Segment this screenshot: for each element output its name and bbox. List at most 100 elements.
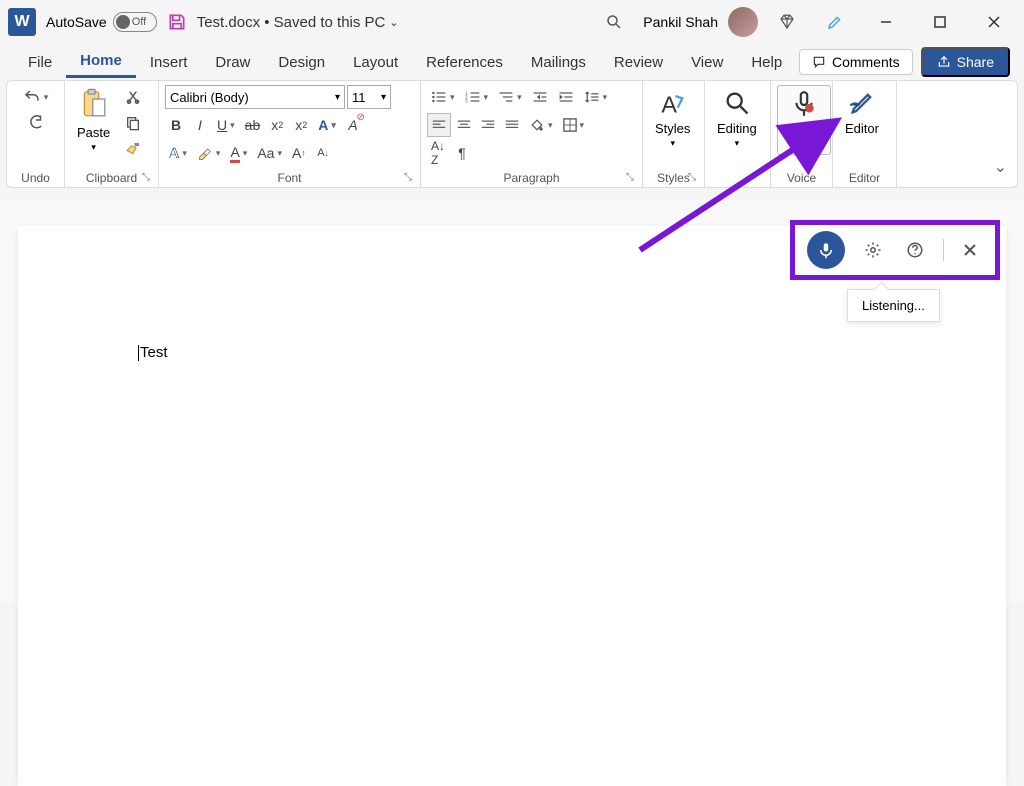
autosave-label: AutoSave xyxy=(46,14,107,30)
dictation-mic-button[interactable] xyxy=(807,231,845,269)
clear-formatting-button[interactable]: A⊘ xyxy=(342,113,364,137)
tab-review[interactable]: Review xyxy=(600,48,677,77)
align-center-button[interactable] xyxy=(453,113,475,137)
format-painter-button[interactable] xyxy=(120,137,146,161)
paste-button[interactable]: Paste ▾ xyxy=(71,85,116,155)
comment-icon xyxy=(812,55,826,69)
svg-text:A: A xyxy=(661,91,677,117)
styles-button[interactable]: A Styles▾ xyxy=(649,85,696,151)
group-label-paragraph: Paragraph⤡ xyxy=(427,169,636,185)
group-styles: A Styles▾ Styles⤡ xyxy=(643,81,705,187)
user-avatar[interactable] xyxy=(728,7,758,37)
borders-button[interactable] xyxy=(559,113,589,137)
tab-view[interactable]: View xyxy=(677,48,737,77)
group-font: Calibri (Body)▾ 11▾ B I U ab x2 x2 A A⊘ … xyxy=(159,81,421,187)
tab-home[interactable]: Home xyxy=(66,46,136,78)
tab-draw[interactable]: Draw xyxy=(201,48,264,77)
separator xyxy=(943,239,944,261)
bold-button[interactable]: B xyxy=(165,113,187,137)
underline-button[interactable]: U xyxy=(213,113,239,137)
undo-button[interactable] xyxy=(19,85,53,109)
title-bar: W AutoSave Off Test.docx • Saved to this… xyxy=(0,0,1024,44)
share-button[interactable]: Share xyxy=(921,47,1010,77)
show-marks-button[interactable]: ¶ xyxy=(451,141,473,165)
pen-icon[interactable] xyxy=(816,7,854,37)
decrease-indent-button[interactable] xyxy=(528,85,552,109)
bullets-button[interactable] xyxy=(427,85,459,109)
comments-button[interactable]: Comments xyxy=(799,49,913,75)
cut-button[interactable] xyxy=(121,85,145,109)
share-icon xyxy=(937,55,951,69)
group-label-clipboard: Clipboard⤡ xyxy=(71,169,152,185)
editing-button[interactable]: Editing▾ xyxy=(711,85,763,151)
group-clipboard: Paste ▾ Clipboard⤡ xyxy=(65,81,159,187)
ribbon: Undo Paste ▾ Clipboard⤡ Calibri (Body)▾ … xyxy=(6,80,1018,188)
font-size-select[interactable]: 11▾ xyxy=(347,85,391,109)
save-icon[interactable] xyxy=(167,12,187,32)
autosave-toggle[interactable]: AutoSave Off xyxy=(46,12,157,32)
align-right-button[interactable] xyxy=(477,113,499,137)
dictate-button[interactable]: Dictate▾ xyxy=(777,85,831,155)
editor-button[interactable]: Editor xyxy=(839,85,885,138)
ribbon-collapse-icon[interactable]: ⌄ xyxy=(994,157,1007,177)
menu-bar: File Home Insert Draw Design Layout Refe… xyxy=(0,44,1024,80)
group-label-styles: Styles⤡ xyxy=(649,169,698,185)
group-label-undo: Undo xyxy=(13,169,58,185)
paragraph-launcher-icon[interactable]: ⤡ xyxy=(626,172,634,183)
change-case-button[interactable]: Aa xyxy=(253,141,286,165)
group-paragraph: 123 A↓Z ¶ Paragraph⤡ xyxy=(421,81,643,187)
tab-file[interactable]: File xyxy=(14,48,66,77)
numbering-button[interactable]: 123 xyxy=(461,85,493,109)
grow-font-button[interactable]: A↑ xyxy=(288,141,310,165)
increase-indent-button[interactable] xyxy=(554,85,578,109)
maximize-button[interactable] xyxy=(918,7,962,37)
close-button[interactable] xyxy=(972,7,1016,37)
text-effects-button[interactable]: A xyxy=(314,113,340,137)
document-text: Test xyxy=(138,344,168,362)
word-app-icon: W xyxy=(8,8,36,36)
highlight-button[interactable] xyxy=(193,141,225,165)
document-title[interactable]: Test.docx • Saved to this PC ⌄ xyxy=(197,14,399,31)
dictation-toolbar xyxy=(790,220,1000,280)
dictation-close-icon[interactable] xyxy=(957,239,983,261)
tab-mailings[interactable]: Mailings xyxy=(517,48,600,77)
tab-references[interactable]: References xyxy=(412,48,517,77)
superscript-button[interactable]: x2 xyxy=(290,113,312,137)
chevron-down-icon: ⌄ xyxy=(389,16,398,29)
user-name[interactable]: Pankil Shah xyxy=(643,14,718,30)
multilevel-list-button[interactable] xyxy=(494,85,526,109)
font-color-button[interactable]: A xyxy=(226,141,251,165)
group-editing: Editing▾ xyxy=(705,81,771,187)
subscript-button[interactable]: x2 xyxy=(266,113,288,137)
toggle-switch[interactable]: Off xyxy=(113,12,157,32)
shading-button[interactable] xyxy=(525,113,557,137)
text-outline-button[interactable]: 𝔸 xyxy=(165,141,191,165)
font-name-select[interactable]: Calibri (Body)▾ xyxy=(165,85,345,109)
redo-button[interactable] xyxy=(23,111,49,135)
toggle-state: Off xyxy=(132,16,146,28)
strikethrough-button[interactable]: ab xyxy=(241,113,265,137)
diamond-icon[interactable] xyxy=(768,7,806,37)
align-left-button[interactable] xyxy=(427,113,451,137)
group-editor: Editor Editor xyxy=(833,81,897,187)
tab-insert[interactable]: Insert xyxy=(136,48,202,77)
styles-launcher-icon[interactable]: ⤡ xyxy=(688,172,696,183)
minimize-button[interactable] xyxy=(864,7,908,37)
sort-button[interactable]: A↓Z xyxy=(427,141,449,165)
dictation-help-icon[interactable] xyxy=(900,237,930,263)
shrink-font-button[interactable]: A↓ xyxy=(312,141,334,165)
group-label-font: Font⤡ xyxy=(165,169,414,185)
tab-design[interactable]: Design xyxy=(264,48,339,77)
tab-help[interactable]: Help xyxy=(737,48,796,77)
clipboard-launcher-icon[interactable]: ⤡ xyxy=(142,172,150,183)
group-label-editing xyxy=(711,169,764,185)
italic-button[interactable]: I xyxy=(189,113,211,137)
font-launcher-icon[interactable]: ⤡ xyxy=(404,172,412,183)
dictation-settings-icon[interactable] xyxy=(858,237,888,263)
search-icon[interactable] xyxy=(595,7,633,37)
svg-text:3: 3 xyxy=(465,99,468,104)
copy-button[interactable] xyxy=(121,111,145,135)
tab-layout[interactable]: Layout xyxy=(339,48,412,77)
line-spacing-button[interactable] xyxy=(580,85,612,109)
justify-button[interactable] xyxy=(501,113,523,137)
